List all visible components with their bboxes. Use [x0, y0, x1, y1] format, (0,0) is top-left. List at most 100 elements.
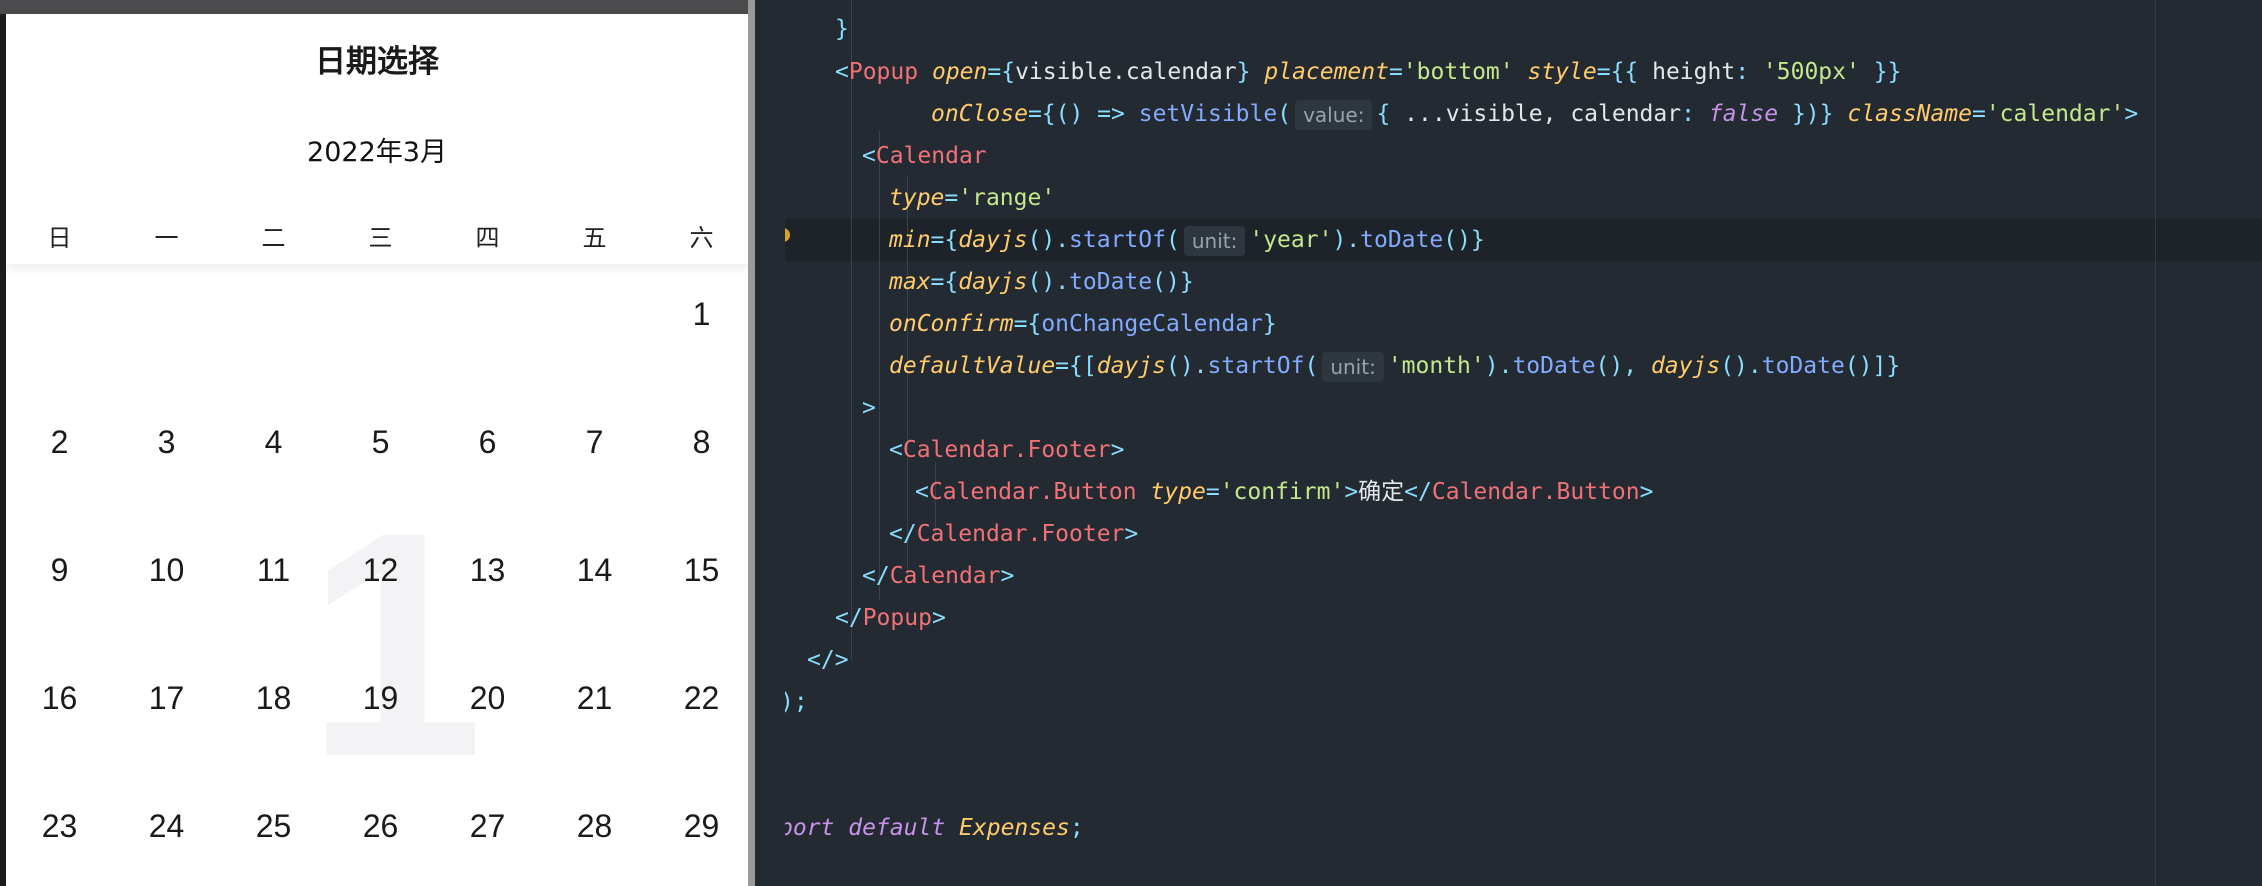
code-line[interactable]: max={dayjs().toDate()} — [889, 261, 1194, 303]
code-token: : — [1735, 59, 1750, 85]
calendar-day[interactable]: 25 — [220, 808, 327, 845]
panel-divider[interactable] — [748, 0, 755, 886]
calendar-day[interactable]: 16 — [6, 680, 113, 717]
calendar-day[interactable]: 12 — [327, 552, 434, 589]
weekday-label: 日 — [47, 224, 72, 252]
code-token: ={() => — [1027, 101, 1125, 127]
code-line[interactable]: </Calendar> — [862, 555, 1014, 597]
code-line[interactable]: <Popup open={visible.calendar} placement… — [835, 51, 1901, 93]
weekday-label: 二 — [261, 224, 286, 252]
calendar-day[interactable]: 6 — [434, 424, 541, 461]
code-line[interactable]: min={dayjs().startOf(unit:'year').toDate… — [889, 219, 1485, 261]
code-line[interactable]: defaultValue={[dayjs().startOf(unit:'mon… — [889, 345, 1900, 387]
code-token: 确定 — [1358, 479, 1405, 505]
calendar-day[interactable]: 3 — [113, 424, 220, 461]
code-token: Expenses — [959, 815, 1070, 841]
code-token: : — [1681, 101, 1695, 127]
code-token: </> — [807, 647, 849, 673]
code-token: (). — [1027, 227, 1070, 253]
code-line[interactable]: </Calendar.Footer> — [889, 513, 1138, 555]
code-line[interactable]: </Popup> — [835, 597, 946, 639]
code-token: ( — [1165, 227, 1180, 253]
calendar-day[interactable]: 14 — [541, 552, 648, 589]
code-token: 'bottom' — [1402, 59, 1514, 85]
weekday-label: 一 — [154, 224, 179, 252]
code-token: startOf — [1207, 353, 1305, 379]
code-token: > — [2124, 101, 2139, 127]
calendar-day[interactable]: 9 — [6, 552, 113, 589]
calendar-day[interactable]: 11 — [220, 552, 327, 589]
code-token: '500px' — [1762, 59, 1860, 85]
calendar-day[interactable]: 1 — [648, 296, 748, 333]
calendar-day[interactable]: 7 — [541, 424, 648, 461]
code-line[interactable]: type='range' — [889, 177, 1055, 219]
calendar-day[interactable]: 23 — [6, 808, 113, 845]
calendar-preview-panel: 日期选择 2022年3月 日 一 二 三 四 五 六 1 1 2 3 4 5 6 7 8 9 10… — [0, 0, 755, 886]
code-token: false — [1708, 101, 1779, 127]
code-line[interactable]: } — [835, 8, 849, 50]
calendar-day[interactable]: 17 — [113, 680, 220, 717]
code-line[interactable]: onClose={() => setVisible(value:{ ...vis… — [931, 93, 2138, 135]
calendar-popup-sheet: 日期选择 2022年3月 日 一 二 三 四 五 六 1 1 2 3 4 5 6 7 8 9 10… — [6, 14, 748, 886]
code-token: className — [1847, 101, 1972, 127]
code-token: ). — [1484, 353, 1513, 379]
calendar-day[interactable]: 20 — [434, 680, 541, 717]
code-line[interactable]: <Calendar — [862, 135, 987, 177]
calendar-day[interactable]: 27 — [434, 808, 541, 845]
calendar-day[interactable]: 13 — [434, 552, 541, 589]
code-token: toDate — [1360, 227, 1444, 253]
code-token: defaultValue — [889, 353, 1056, 379]
code-line[interactable]: </> — [807, 639, 849, 681]
calendar-day[interactable]: 15 — [648, 552, 748, 589]
calendar-day[interactable]: 5 — [327, 424, 434, 461]
code-token: Calendar.Footer — [902, 437, 1111, 463]
code-token: (). — [1165, 353, 1208, 379]
code-token: onClose — [931, 101, 1028, 127]
code-line[interactable]: <Calendar.Button type='confirm'>确定</Cale… — [915, 471, 1653, 513]
calendar-day[interactable]: 28 — [541, 808, 648, 845]
code-token: } — [835, 16, 849, 42]
code-token: ={ — [930, 269, 959, 295]
code-token: < — [862, 143, 876, 169]
calendar-day[interactable]: 19 — [327, 680, 434, 717]
code-token: ()} — [1152, 269, 1194, 295]
calendar-day[interactable]: 8 — [648, 424, 748, 461]
code-line[interactable]: > — [862, 387, 876, 429]
calendar-day[interactable]: 22 — [648, 680, 748, 717]
code-token: type — [1150, 479, 1206, 505]
code-token: = — [944, 185, 959, 211]
calendar-day[interactable]: 24 — [113, 808, 220, 845]
code-token: </ — [862, 563, 890, 589]
code-token: (). — [1720, 353, 1762, 379]
calendar-day[interactable]: 2 — [6, 424, 113, 461]
code-token: startOf — [1069, 227, 1166, 253]
month-watermark: 1 — [306, 465, 484, 823]
code-token: dayjs — [1650, 353, 1721, 379]
calendar-day[interactable]: 26 — [327, 808, 434, 845]
code-line[interactable]: <Calendar.Footer> — [889, 429, 1124, 471]
code-editor[interactable]: } <Popup open={visible.calendar} placemen… — [785, 0, 2262, 886]
code-line[interactable]: port default Expenses; — [785, 807, 1084, 849]
calendar-day[interactable]: 4 — [220, 424, 327, 461]
calendar-day[interactable]: 21 — [541, 680, 648, 717]
calendar-day[interactable]: 29 — [648, 808, 748, 845]
code-token: ...visible, calendar — [1390, 101, 1682, 127]
code-token: (). — [1027, 269, 1070, 295]
code-token: height — [1638, 59, 1736, 85]
code-token: 'year' — [1249, 227, 1333, 253]
calendar-day[interactable]: 18 — [220, 680, 327, 717]
code-token: setVisible — [1138, 101, 1278, 127]
code-token: ={ — [930, 227, 959, 253]
code-token: </ — [835, 605, 863, 631]
code-token: Calendar.Footer — [916, 521, 1125, 547]
code-line[interactable]: onConfirm={onChangeCalendar} — [889, 303, 1277, 345]
calendar-day[interactable]: 10 — [113, 552, 220, 589]
code-line[interactable]: ); — [785, 681, 808, 723]
code-token: 'confirm' — [1219, 479, 1345, 505]
code-token: ={{ — [1596, 59, 1639, 85]
